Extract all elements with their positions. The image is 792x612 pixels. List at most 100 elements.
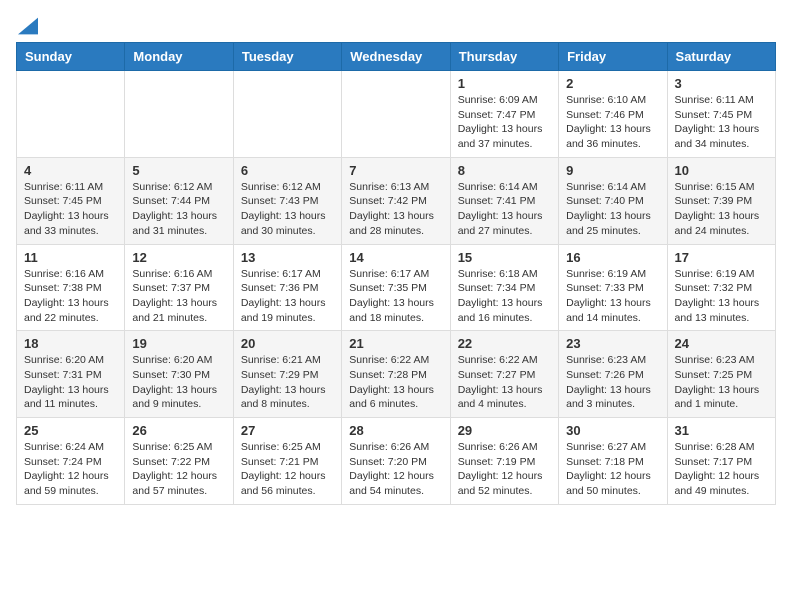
day-info: Sunrise: 6:14 AM Sunset: 7:40 PM Dayligh…	[566, 181, 651, 237]
day-cell: 25Sunrise: 6:24 AM Sunset: 7:24 PM Dayli…	[17, 418, 125, 505]
day-info: Sunrise: 6:26 AM Sunset: 7:19 PM Dayligh…	[458, 441, 543, 497]
day-number: 16	[566, 250, 659, 265]
day-info: Sunrise: 6:16 AM Sunset: 7:37 PM Dayligh…	[132, 268, 217, 324]
day-number: 3	[675, 76, 768, 91]
day-info: Sunrise: 6:10 AM Sunset: 7:46 PM Dayligh…	[566, 94, 651, 150]
day-info: Sunrise: 6:25 AM Sunset: 7:22 PM Dayligh…	[132, 441, 217, 497]
day-info: Sunrise: 6:25 AM Sunset: 7:21 PM Dayligh…	[241, 441, 326, 497]
day-cell: 23 Sunrise: 6:23 AM Sunset: 7:26 PM Dayli…	[559, 331, 667, 418]
day-number: 24	[675, 336, 768, 351]
day-info: Sunrise: 6:27 AM Sunset: 7:18 PM Dayligh…	[566, 441, 651, 497]
day-info: Sunrise: 6:23 AM Sunset: 7:26 PM Dayligh…	[566, 354, 651, 410]
day-cell: 3Sunrise: 6:11 AM Sunset: 7:45 PM Daylig…	[667, 71, 775, 158]
day-info: Sunrise: 6:22 AM Sunset: 7:28 PM Dayligh…	[349, 354, 434, 410]
logo-icon	[18, 16, 38, 36]
day-info: Sunrise: 6:26 AM Sunset: 7:20 PM Dayligh…	[349, 441, 434, 497]
week-row-4: 18 Sunrise: 6:20 AM Sunset: 7:31 PM Dayli…	[17, 331, 776, 418]
day-number: 13	[241, 250, 334, 265]
day-number: 30	[566, 423, 659, 438]
col-header-monday: Monday	[125, 43, 233, 71]
day-number: 4	[24, 163, 117, 178]
day-number: 10	[675, 163, 768, 178]
day-number: 27	[241, 423, 334, 438]
day-cell: 20 Sunrise: 6:21 AM Sunset: 7:29 PM Dayli…	[233, 331, 341, 418]
week-row-1: 1Sunrise: 6:09 AM Sunset: 7:47 PM Daylig…	[17, 71, 776, 158]
day-cell: 6 Sunrise: 6:12 AM Sunset: 7:43 PM Daylig…	[233, 157, 341, 244]
day-number: 17	[675, 250, 768, 265]
day-info: Sunrise: 6:23 AM Sunset: 7:25 PM Dayligh…	[675, 354, 760, 410]
day-info: Sunrise: 6:20 AM Sunset: 7:30 PM Dayligh…	[132, 354, 217, 410]
day-info: Sunrise: 6:19 AM Sunset: 7:32 PM Dayligh…	[675, 268, 760, 324]
day-cell: 29 Sunrise: 6:26 AM Sunset: 7:19 PM Dayli…	[450, 418, 558, 505]
day-number: 15	[458, 250, 551, 265]
day-number: 7	[349, 163, 442, 178]
day-info: Sunrise: 6:18 AM Sunset: 7:34 PM Dayligh…	[458, 268, 543, 324]
day-cell: 9Sunrise: 6:14 AM Sunset: 7:40 PM Daylig…	[559, 157, 667, 244]
week-row-3: 11 Sunrise: 6:16 AM Sunset: 7:38 PM Dayli…	[17, 244, 776, 331]
day-number: 22	[458, 336, 551, 351]
day-cell	[342, 71, 450, 158]
day-number: 28	[349, 423, 442, 438]
col-header-sunday: Sunday	[17, 43, 125, 71]
day-cell: 19 Sunrise: 6:20 AM Sunset: 7:30 PM Dayli…	[125, 331, 233, 418]
day-cell: 28 Sunrise: 6:26 AM Sunset: 7:20 PM Dayli…	[342, 418, 450, 505]
day-cell: 17 Sunrise: 6:19 AM Sunset: 7:32 PM Dayli…	[667, 244, 775, 331]
day-number: 20	[241, 336, 334, 351]
day-cell: 12 Sunrise: 6:16 AM Sunset: 7:37 PM Dayli…	[125, 244, 233, 331]
day-info: Sunrise: 6:17 AM Sunset: 7:36 PM Dayligh…	[241, 268, 326, 324]
day-cell: 4 Sunrise: 6:11 AM Sunset: 7:45 PM Daylig…	[17, 157, 125, 244]
day-info: Sunrise: 6:13 AM Sunset: 7:42 PM Dayligh…	[349, 181, 434, 237]
day-number: 8	[458, 163, 551, 178]
day-number: 6	[241, 163, 334, 178]
day-info: Sunrise: 6:17 AM Sunset: 7:35 PM Dayligh…	[349, 268, 434, 324]
day-info: Sunrise: 6:21 AM Sunset: 7:29 PM Dayligh…	[241, 354, 326, 410]
day-cell: 11 Sunrise: 6:16 AM Sunset: 7:38 PM Dayli…	[17, 244, 125, 331]
col-header-friday: Friday	[559, 43, 667, 71]
day-cell: 24 Sunrise: 6:23 AM Sunset: 7:25 PM Dayli…	[667, 331, 775, 418]
day-cell: 16 Sunrise: 6:19 AM Sunset: 7:33 PM Dayli…	[559, 244, 667, 331]
day-cell: 13 Sunrise: 6:17 AM Sunset: 7:36 PM Dayli…	[233, 244, 341, 331]
day-number: 11	[24, 250, 117, 265]
day-info: Sunrise: 6:12 AM Sunset: 7:44 PM Dayligh…	[132, 181, 217, 237]
logo	[16, 16, 38, 30]
day-number: 21	[349, 336, 442, 351]
day-cell	[17, 71, 125, 158]
day-cell: 1Sunrise: 6:09 AM Sunset: 7:47 PM Daylig…	[450, 71, 558, 158]
day-info: Sunrise: 6:24 AM Sunset: 7:24 PM Dayligh…	[24, 441, 109, 497]
day-cell: 30 Sunrise: 6:27 AM Sunset: 7:18 PM Dayli…	[559, 418, 667, 505]
calendar-table: SundayMondayTuesdayWednesdayThursdayFrid…	[16, 42, 776, 505]
col-header-thursday: Thursday	[450, 43, 558, 71]
day-cell: 5Sunrise: 6:12 AM Sunset: 7:44 PM Daylig…	[125, 157, 233, 244]
day-cell	[125, 71, 233, 158]
day-info: Sunrise: 6:19 AM Sunset: 7:33 PM Dayligh…	[566, 268, 651, 324]
day-cell: 7 Sunrise: 6:13 AM Sunset: 7:42 PM Daylig…	[342, 157, 450, 244]
col-header-tuesday: Tuesday	[233, 43, 341, 71]
day-number: 19	[132, 336, 225, 351]
day-cell: 14Sunrise: 6:17 AM Sunset: 7:35 PM Dayli…	[342, 244, 450, 331]
day-info: Sunrise: 6:12 AM Sunset: 7:43 PM Dayligh…	[241, 181, 326, 237]
day-number: 2	[566, 76, 659, 91]
day-info: Sunrise: 6:11 AM Sunset: 7:45 PM Dayligh…	[24, 181, 109, 237]
day-cell: 26 Sunrise: 6:25 AM Sunset: 7:22 PM Dayli…	[125, 418, 233, 505]
day-info: Sunrise: 6:09 AM Sunset: 7:47 PM Dayligh…	[458, 94, 543, 150]
day-cell: 8 Sunrise: 6:14 AM Sunset: 7:41 PM Daylig…	[450, 157, 558, 244]
day-cell: 10 Sunrise: 6:15 AM Sunset: 7:39 PM Dayli…	[667, 157, 775, 244]
day-cell: 31Sunrise: 6:28 AM Sunset: 7:17 PM Dayli…	[667, 418, 775, 505]
header-row: SundayMondayTuesdayWednesdayThursdayFrid…	[17, 43, 776, 71]
header	[16, 16, 776, 30]
day-info: Sunrise: 6:20 AM Sunset: 7:31 PM Dayligh…	[24, 354, 109, 410]
day-info: Sunrise: 6:28 AM Sunset: 7:17 PM Dayligh…	[675, 441, 760, 497]
day-number: 23	[566, 336, 659, 351]
col-header-saturday: Saturday	[667, 43, 775, 71]
day-info: Sunrise: 6:22 AM Sunset: 7:27 PM Dayligh…	[458, 354, 543, 410]
day-info: Sunrise: 6:14 AM Sunset: 7:41 PM Dayligh…	[458, 181, 543, 237]
day-number: 26	[132, 423, 225, 438]
day-number: 29	[458, 423, 551, 438]
day-number: 18	[24, 336, 117, 351]
week-row-2: 4 Sunrise: 6:11 AM Sunset: 7:45 PM Daylig…	[17, 157, 776, 244]
day-number: 12	[132, 250, 225, 265]
day-info: Sunrise: 6:15 AM Sunset: 7:39 PM Dayligh…	[675, 181, 760, 237]
day-info: Sunrise: 6:16 AM Sunset: 7:38 PM Dayligh…	[24, 268, 109, 324]
day-cell: 18 Sunrise: 6:20 AM Sunset: 7:31 PM Dayli…	[17, 331, 125, 418]
day-cell: 22 Sunrise: 6:22 AM Sunset: 7:27 PM Dayli…	[450, 331, 558, 418]
